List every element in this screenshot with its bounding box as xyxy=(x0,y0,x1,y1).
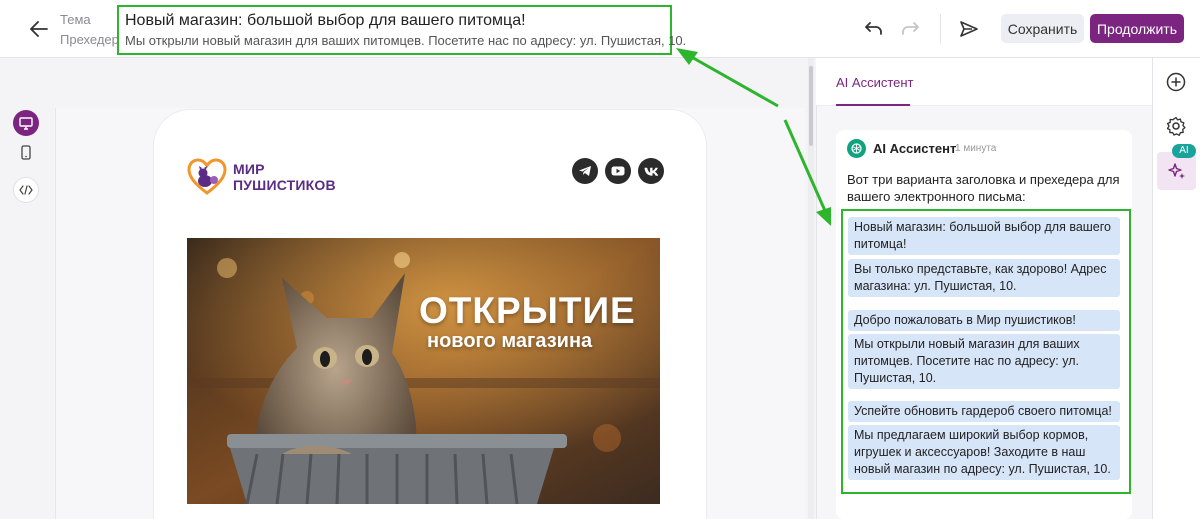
suggestion-preheader[interactable]: Мы открыли новый магазин для ваших питом… xyxy=(848,334,1120,389)
code-icon[interactable] xyxy=(13,177,39,203)
assistant-intro: Вот три варианта заголовка и прехедера д… xyxy=(847,172,1120,204)
canvas-scroll-thumb[interactable] xyxy=(809,66,813,146)
preheader-label: Прехедер xyxy=(60,32,119,47)
ai-badge: AI xyxy=(1172,144,1196,158)
kitten-photo xyxy=(187,238,660,504)
mobile-icon[interactable] xyxy=(13,139,39,165)
toolbar-divider xyxy=(940,14,941,44)
suggestion-preheader[interactable]: Мы предлагаем широкий выбор кормов, игру… xyxy=(848,425,1120,480)
desktop-icon[interactable] xyxy=(13,110,39,136)
subject-field[interactable]: Новый магазин: большой выбор для вашего … xyxy=(125,10,664,31)
message-time: 1 минута xyxy=(955,143,997,154)
subject-highlight-box[interactable]: Новый магазин: большой выбор для вашего … xyxy=(117,5,686,55)
theme-label: Тема xyxy=(60,12,91,27)
redo-icon[interactable] xyxy=(898,17,922,41)
vk-icon[interactable] xyxy=(638,158,664,184)
back-arrow-icon[interactable] xyxy=(26,16,52,42)
suggestion-subject[interactable]: Успейте обновить гардероб своего питомца… xyxy=(848,401,1120,422)
brand-logo: МИР ПУШИСТИКОВ xyxy=(187,158,336,196)
telegram-icon[interactable] xyxy=(572,158,598,184)
suggestion-subject[interactable]: Добро пожаловать в Мир пушистиков! xyxy=(848,310,1120,331)
save-button[interactable]: Сохранить xyxy=(1001,14,1084,43)
logo-line-2: ПУШИСТИКОВ xyxy=(233,177,336,193)
active-tab-indicator xyxy=(836,104,910,106)
pet-heart-logo-icon xyxy=(187,158,227,195)
hero-subtitle: нового магазина xyxy=(427,330,593,352)
openai-icon xyxy=(847,139,866,158)
suggestion-preheader[interactable]: Вы только представьте, как здорово! Адре… xyxy=(848,259,1120,297)
assistant-name: AI Ассистент xyxy=(873,141,957,156)
field-labels: Тема Прехедер xyxy=(60,10,119,50)
undo-icon[interactable] xyxy=(862,17,886,41)
send-test-icon[interactable] xyxy=(957,17,981,41)
hero-title: ОТКРЫТИЕ xyxy=(419,290,636,331)
suggestion-subject[interactable]: Новый магазин: большой выбор для вашего … xyxy=(848,217,1120,255)
youtube-icon[interactable] xyxy=(605,158,631,184)
logo-line-1: МИР xyxy=(233,161,265,177)
hero-banner: ОТКРЫТИЕ нового магазина xyxy=(187,238,660,504)
settings-icon[interactable] xyxy=(1164,114,1188,138)
tab-ai-assistant[interactable]: AI Ассистент xyxy=(836,75,914,90)
preheader-field[interactable]: Мы открыли новый магазин для ваших питом… xyxy=(125,31,686,50)
add-icon[interactable] xyxy=(1164,70,1188,94)
continue-button[interactable]: Продолжить xyxy=(1090,14,1184,43)
